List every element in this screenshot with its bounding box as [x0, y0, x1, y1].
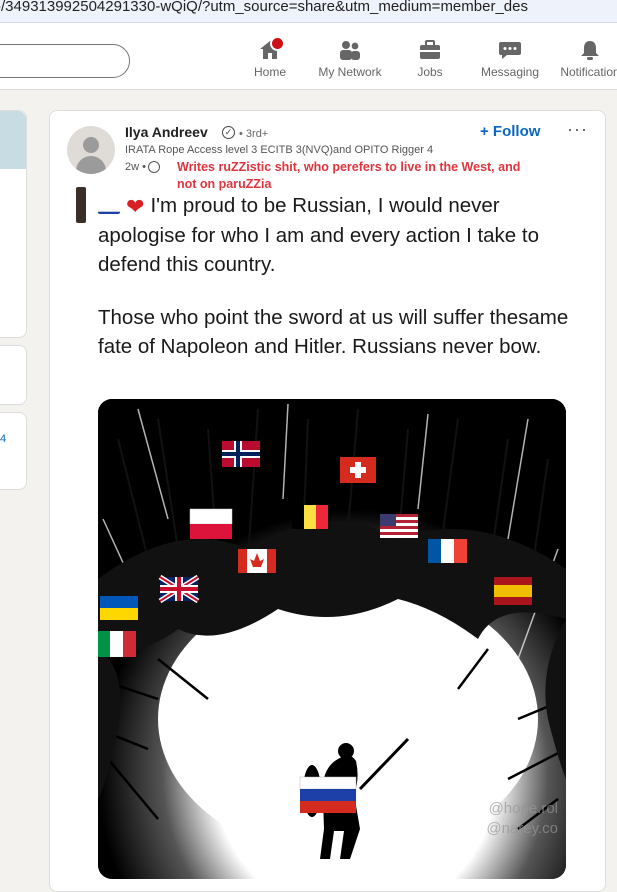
nav-label-jobs: Jobs: [417, 65, 443, 79]
profile-cover: [0, 111, 26, 169]
nav-item-home[interactable]: Home: [235, 36, 305, 79]
italy-flag-icon: [98, 631, 136, 657]
tweet-text: ❤ I'm proud to be Russian, I would never …: [98, 191, 578, 385]
avatar[interactable]: [67, 126, 115, 174]
top-navigation: Home My Network Jobs Messaging Notificat…: [0, 23, 617, 90]
profile-card: [0, 110, 27, 338]
author-headline: IRATA Rope Access level 3 ECITB 3(NVQ)an…: [125, 144, 434, 156]
post-time: 2w •: [125, 161, 146, 173]
sidebar-card: [0, 412, 27, 490]
usa-flag-icon: [380, 514, 418, 538]
norway-flag-icon: [222, 441, 260, 467]
annotation-text: Writes ruZZistic shit, who perefers to l…: [177, 160, 521, 191]
uk-flag-icon: [158, 574, 200, 604]
bell-icon: [577, 39, 603, 61]
belgium-flag-icon: [292, 505, 328, 529]
browser-url-bar[interactable]: -/349313992504291330-wQiQ/?utm_source=sh…: [0, 0, 617, 23]
nav-item-jobs[interactable]: Jobs: [395, 39, 465, 79]
search-input[interactable]: [0, 44, 130, 78]
post-image[interactable]: @hope.rol @narey.co: [98, 399, 566, 879]
switzerland-flag-icon: [340, 457, 376, 483]
canada-flag-icon: [238, 549, 276, 573]
sidebar-link[interactable]: 4: [0, 433, 6, 445]
briefcase-icon: [417, 39, 443, 61]
nav-label-my-network: My Network: [318, 65, 382, 79]
notification-badge: [270, 36, 285, 51]
tweet-paragraph-2: Those who point the sword at us will suf…: [98, 306, 569, 359]
image-edge: [76, 187, 86, 223]
verified-icon: ✓: [222, 126, 235, 139]
feed-post: Ilya Andreev ✓ • 3rd+ IRATA Rope Access …: [49, 110, 606, 892]
nav-item-my-network[interactable]: My Network: [315, 39, 385, 79]
sidebar-card: [0, 345, 27, 405]
message-icon: [497, 39, 523, 61]
russia-flag-icon: [299, 776, 357, 813]
heart-icon: ❤: [126, 194, 145, 220]
nav-item-notifications[interactable]: Notification: [555, 39, 617, 79]
home-icon: [257, 36, 285, 61]
connection-degree: • 3rd+: [239, 128, 269, 140]
nav-label-messaging: Messaging: [480, 65, 540, 79]
globe-icon: [147, 161, 160, 174]
france-flag-icon: [428, 539, 467, 563]
url-text: -/349313992504291330-wQiQ/?utm_source=sh…: [0, 0, 528, 15]
network-icon: [337, 39, 363, 61]
spain-flag-icon: [494, 577, 532, 605]
ukraine-flag-icon: [100, 596, 138, 620]
nav-label-notifications: Notification: [560, 65, 617, 79]
follow-button[interactable]: + Follow: [480, 123, 540, 140]
author-name[interactable]: Ilya Andreev: [125, 124, 208, 140]
poland-flag-icon: [189, 508, 233, 539]
more-options-button[interactable]: ···: [567, 119, 588, 140]
tweet-paragraph-1: I'm proud to be Russian, I would never a…: [98, 194, 540, 277]
image-watermark: @hope.rol @narey.co: [486, 800, 558, 837]
post-meta: 2w •: [125, 161, 160, 174]
russia-flag-icon: [98, 200, 120, 214]
nav-label-home: Home: [253, 65, 286, 79]
nav-item-messaging[interactable]: Messaging: [475, 39, 545, 79]
